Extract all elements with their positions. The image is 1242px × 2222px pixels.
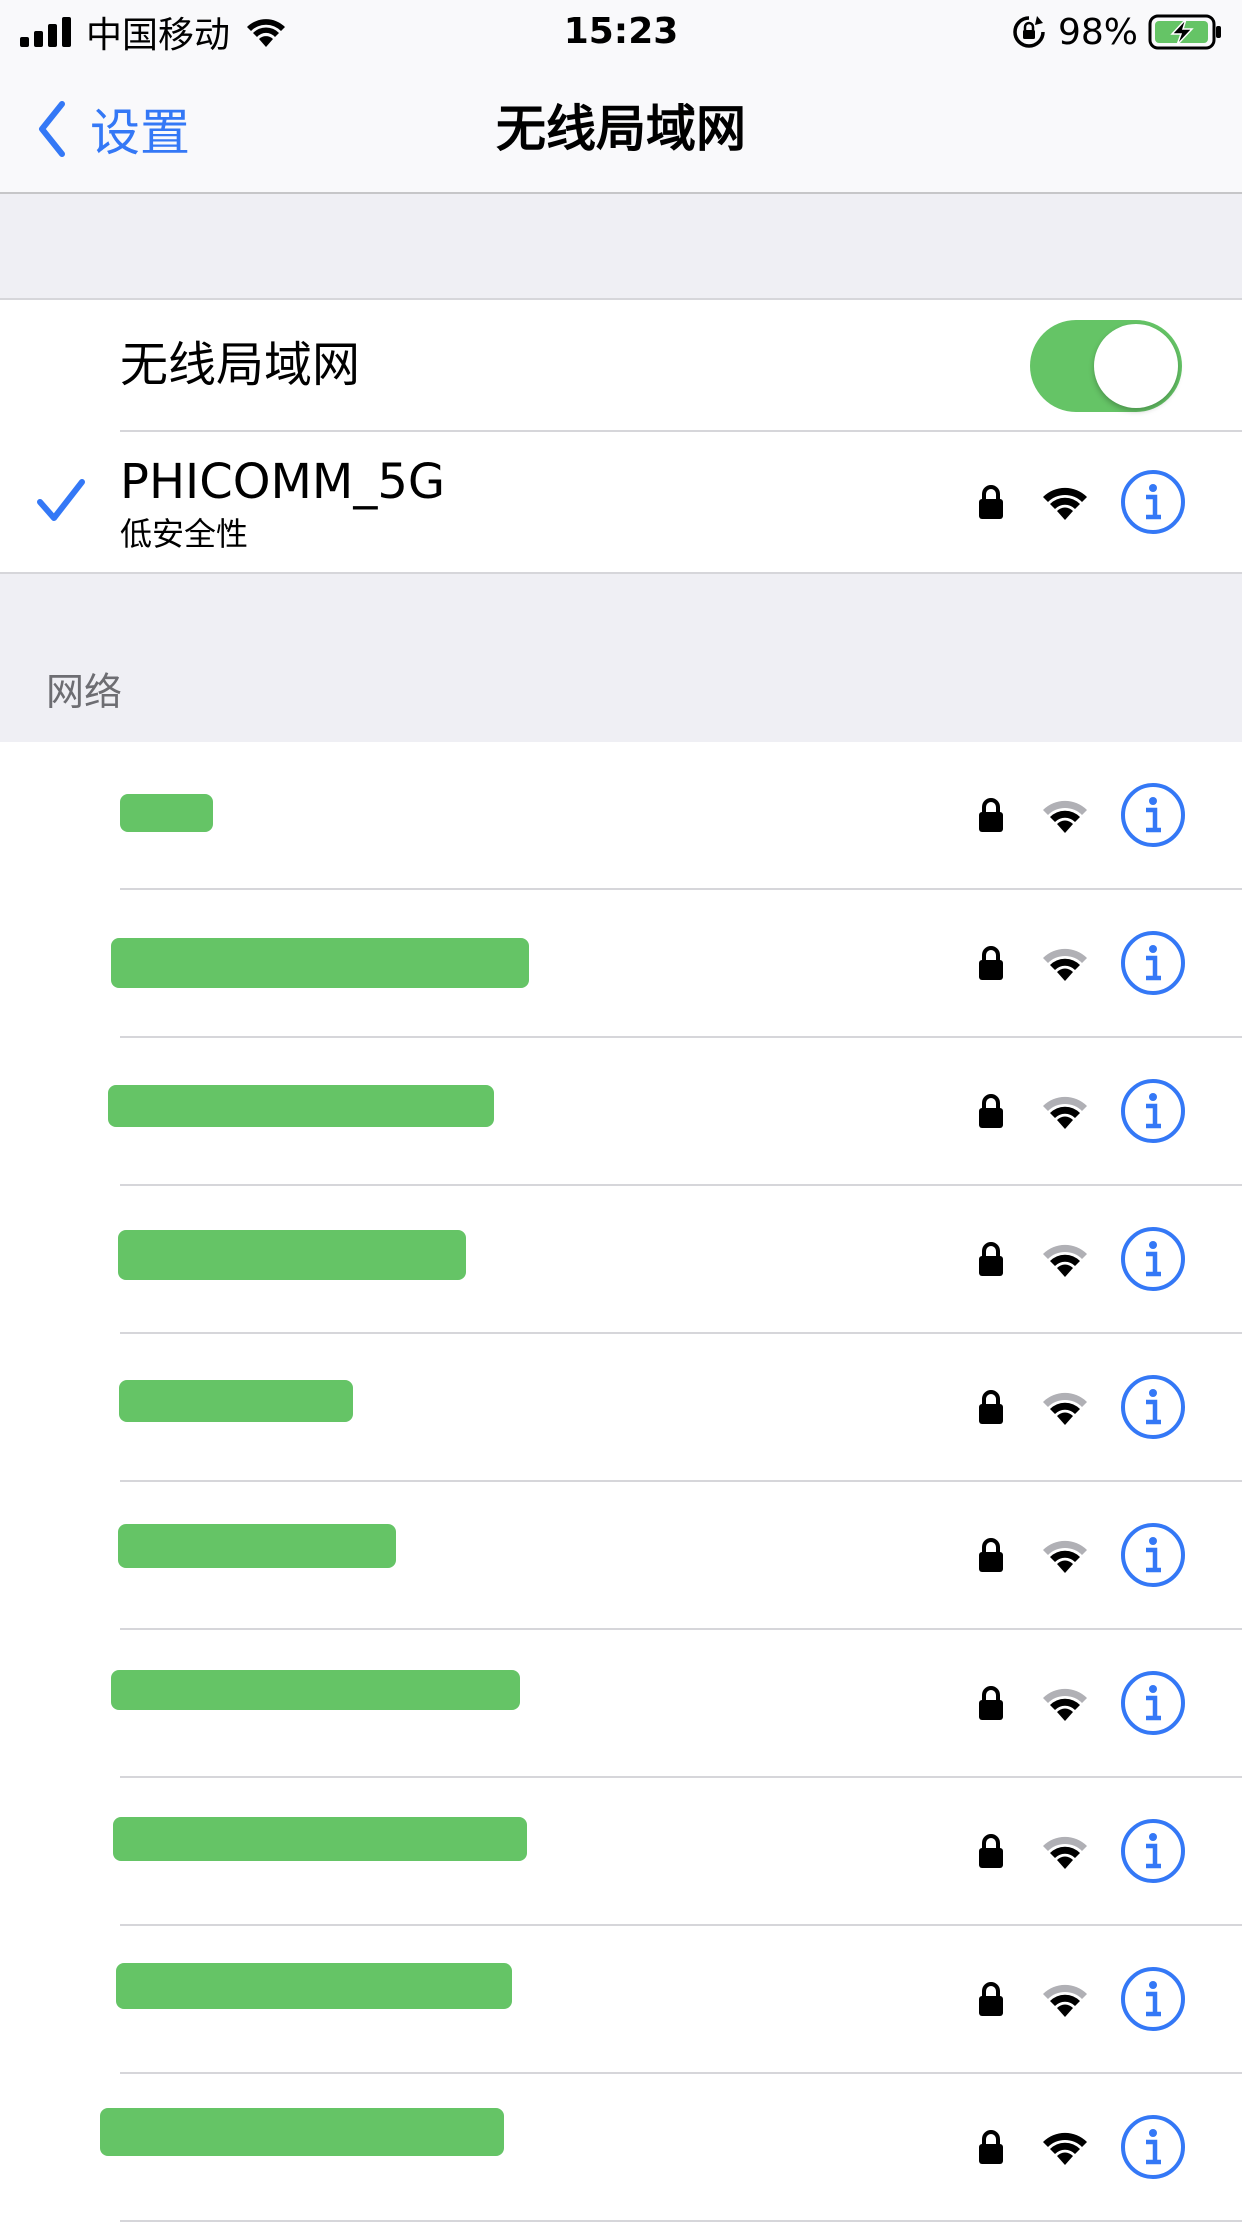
lock-icon: [979, 485, 1003, 519]
checkmark-icon: [37, 479, 85, 521]
wifi-signal-icon: [1043, 1836, 1087, 1869]
toggle-knob: [1094, 324, 1178, 408]
row-icons: [978, 742, 1186, 888]
lock-icon: [979, 2130, 1003, 2164]
row-icons: [978, 1630, 1186, 1776]
lock-icon: [979, 1834, 1003, 1868]
wifi-signal-icon: [1043, 1688, 1087, 1721]
info-icon[interactable]: [1120, 1818, 1186, 1884]
wifi-signal-icon: [1043, 2132, 1087, 2165]
navigation-bar: 设置 无线局域网: [0, 64, 1242, 194]
wifi-signal-icon: [1043, 948, 1087, 981]
redacted-network-name: [118, 1230, 466, 1280]
status-right: 98%: [1012, 8, 1224, 56]
lock-icon: [979, 946, 1003, 980]
wifi-signal-icon: [1043, 1540, 1087, 1573]
lock-icon: [979, 798, 1003, 832]
info-icon[interactable]: [1120, 1966, 1186, 2032]
row-icons: [978, 1334, 1186, 1480]
redacted-network-name: [111, 1670, 520, 1710]
redacted-network-name: [108, 1085, 494, 1127]
redacted-network-name: [113, 1817, 527, 1861]
row-icons: [978, 1186, 1186, 1332]
redacted-network-name: [111, 938, 529, 988]
lock-icon: [979, 1242, 1003, 1276]
redacted-network-name: [116, 1963, 512, 2009]
connected-network-security: 低安全性: [120, 515, 249, 553]
lock-icon: [979, 1982, 1003, 2016]
wifi-signal-icon: [1043, 487, 1087, 520]
section-title: 网络: [46, 670, 123, 714]
info-icon[interactable]: [1120, 1226, 1186, 1292]
lock-icon: [979, 1538, 1003, 1572]
wifi-signal-icon: [1043, 1984, 1087, 2017]
redacted-network-name: [100, 2108, 504, 2156]
info-icon[interactable]: [1120, 1078, 1186, 1144]
info-icon[interactable]: [1120, 1374, 1186, 1440]
connected-network-row[interactable]: PHICOMM_5G 低安全性: [0, 432, 1242, 572]
battery-charging-icon: [1148, 14, 1221, 50]
row-icons: [978, 1482, 1186, 1628]
row-icons: [978, 1778, 1186, 1924]
row-icons: [978, 432, 1186, 572]
lock-icon: [979, 1094, 1003, 1128]
wifi-signal-icon: [1043, 1244, 1087, 1277]
lock-icon: [979, 1686, 1003, 1720]
connected-network-name: PHICOMM_5G: [120, 454, 446, 510]
wifi-toggle-label: 无线局域网: [120, 337, 361, 393]
lock-icon: [979, 1390, 1003, 1424]
info-icon[interactable]: [1120, 1522, 1186, 1588]
page-title: 无线局域网: [496, 100, 746, 158]
redacted-network-name: [120, 794, 213, 832]
rotation-lock-icon: [1013, 16, 1045, 48]
info-icon[interactable]: [1120, 2114, 1186, 2180]
wifi-toggle-row: 无线局域网: [0, 298, 1242, 432]
wifi-toggle-switch[interactable]: [1030, 320, 1182, 412]
group-spacer: [0, 194, 1242, 298]
battery-percent: 98%: [1057, 11, 1138, 53]
status-bar: 中国移动 15:23 98%: [0, 0, 1242, 64]
info-icon[interactable]: [1120, 1670, 1186, 1736]
row-icons: [978, 1038, 1186, 1184]
info-icon[interactable]: [1120, 469, 1186, 535]
networks-section-header: 网络: [0, 572, 1242, 744]
wifi-signal-icon: [1043, 800, 1087, 833]
wifi-signal-icon: [1043, 1096, 1087, 1129]
row-icons: [978, 1926, 1186, 2072]
info-icon[interactable]: [1120, 782, 1186, 848]
redacted-network-name: [118, 1524, 396, 1568]
row-icons: [978, 2074, 1186, 2220]
redacted-network-name: [119, 1380, 353, 1422]
info-icon[interactable]: [1120, 930, 1186, 996]
row-icons: [978, 890, 1186, 1036]
wifi-signal-icon: [1043, 1392, 1087, 1425]
